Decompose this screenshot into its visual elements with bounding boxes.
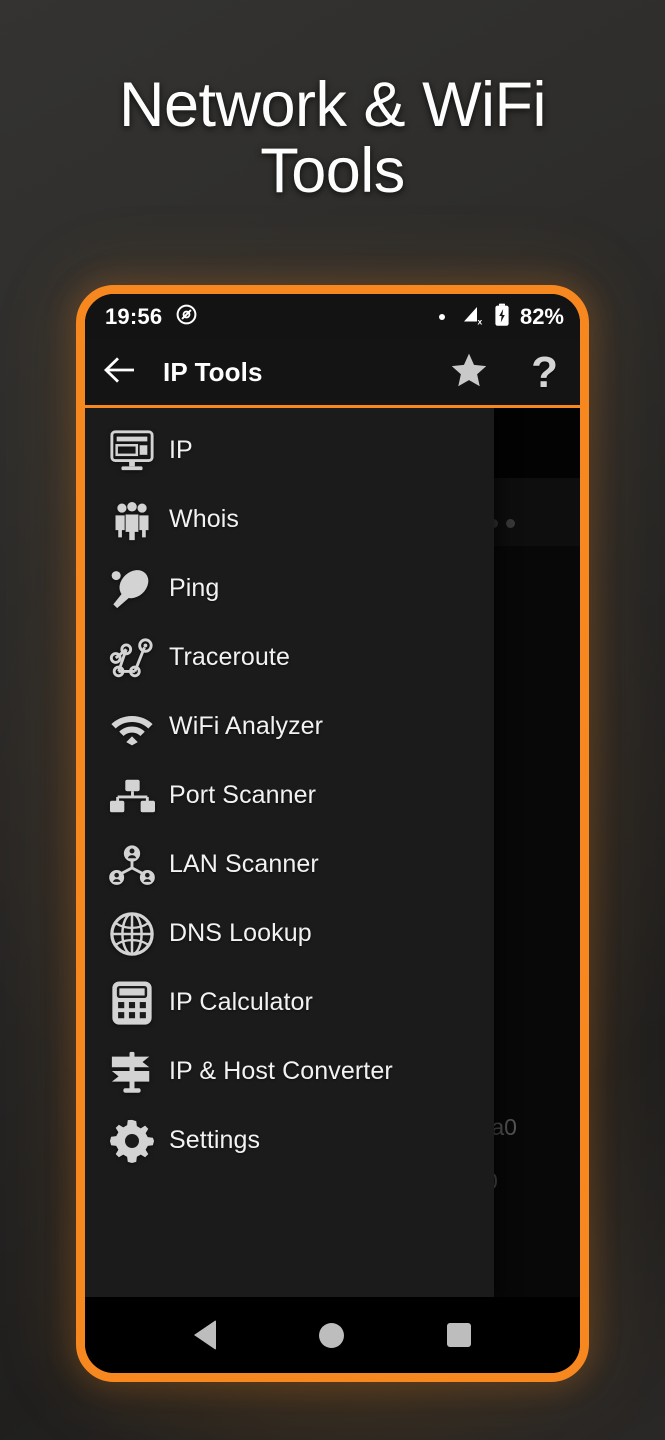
status-time: 19:56 — [105, 304, 163, 329]
page-title: IP Tools — [163, 357, 263, 387]
drawer-item-label: WiFi Analyzer — [169, 712, 324, 740]
back-arrow-icon[interactable] — [103, 356, 137, 389]
status-bar: 19:56 x 82% — [85, 294, 580, 340]
wifi-icon — [105, 700, 159, 754]
android-nav-bar — [85, 1297, 580, 1373]
network-nodes-icon — [105, 769, 159, 823]
app-bar: IP Tools ? — [85, 340, 580, 408]
drawer-item-label: Whois — [169, 505, 239, 533]
drawer-item-port-scanner[interactable]: Port Scanner — [85, 761, 494, 830]
drawer-item-wifi-analyzer[interactable]: WiFi Analyzer — [85, 692, 494, 761]
navigation-drawer: IP Whois Ping Traceroute WiFi Analyzer P… — [85, 408, 494, 1297]
do-not-disturb-icon — [175, 303, 198, 331]
screen-body: ta0 0 — [85, 408, 580, 1297]
nav-home-icon[interactable] — [318, 1322, 344, 1348]
drawer-item-label: Traceroute — [169, 643, 290, 671]
battery-percent: 82% — [519, 304, 564, 329]
ping-pong-paddle-icon — [105, 562, 159, 616]
drawer-item-label: LAN Scanner — [169, 850, 319, 878]
notification-dot — [438, 314, 445, 320]
drawer-item-dns-lookup[interactable]: DNS Lookup — [85, 899, 494, 968]
battery-charging-icon — [494, 303, 510, 332]
drawer-item-label: Settings — [169, 1126, 261, 1154]
drawer-item-label: Ping — [169, 574, 220, 602]
lan-users-icon — [105, 838, 159, 892]
phone-frame: 19:56 x 82% IP Tools ? ta0 IP Whois Ping… — [76, 285, 589, 1382]
calculator-icon — [105, 976, 159, 1030]
monitor-icon — [105, 424, 159, 478]
signal-no-sim-icon: x — [462, 304, 486, 331]
drawer-item-label: IP & Host Converter — [169, 1057, 393, 1085]
drawer-item-traceroute[interactable]: Traceroute — [85, 623, 494, 692]
globe-icon — [105, 907, 159, 961]
star-icon[interactable] — [449, 351, 489, 395]
drawer-item-label: Port Scanner — [169, 781, 317, 809]
nav-back-icon[interactable] — [194, 1320, 217, 1350]
drawer-item-label: IP Calculator — [169, 988, 313, 1016]
drawer-item-ip[interactable]: IP — [85, 416, 494, 485]
drawer-item-label: IP — [169, 436, 193, 464]
app-bar-actions: ? — [449, 350, 558, 395]
phone-screen: 19:56 x 82% IP Tools ? ta0 IP Whois Ping… — [85, 294, 580, 1373]
signpost-icon — [105, 1045, 159, 1099]
drawer-item-label: DNS Lookup — [169, 919, 312, 947]
status-bar-right: x 82% — [438, 303, 564, 332]
drawer-item-ping[interactable]: Ping — [85, 554, 494, 623]
drawer-item-lan-scanner[interactable]: LAN Scanner — [85, 830, 494, 899]
node-graph-icon — [105, 631, 159, 685]
svg-text:x: x — [477, 316, 482, 326]
status-bar-left: 19:56 — [105, 303, 198, 331]
gear-icon — [105, 1114, 159, 1168]
people-group-icon — [105, 493, 159, 547]
help-icon[interactable]: ? — [531, 350, 558, 394]
drawer-item-ip-calculator[interactable]: IP Calculator — [85, 968, 494, 1037]
drawer-item-ip-host-converter[interactable]: IP & Host Converter — [85, 1037, 494, 1106]
drawer-item-whois[interactable]: Whois — [85, 485, 494, 554]
promo-headline: Network & WiFi Tools — [118, 70, 547, 206]
drawer-item-settings[interactable]: Settings — [85, 1106, 494, 1175]
nav-recents-icon[interactable] — [446, 1323, 471, 1347]
